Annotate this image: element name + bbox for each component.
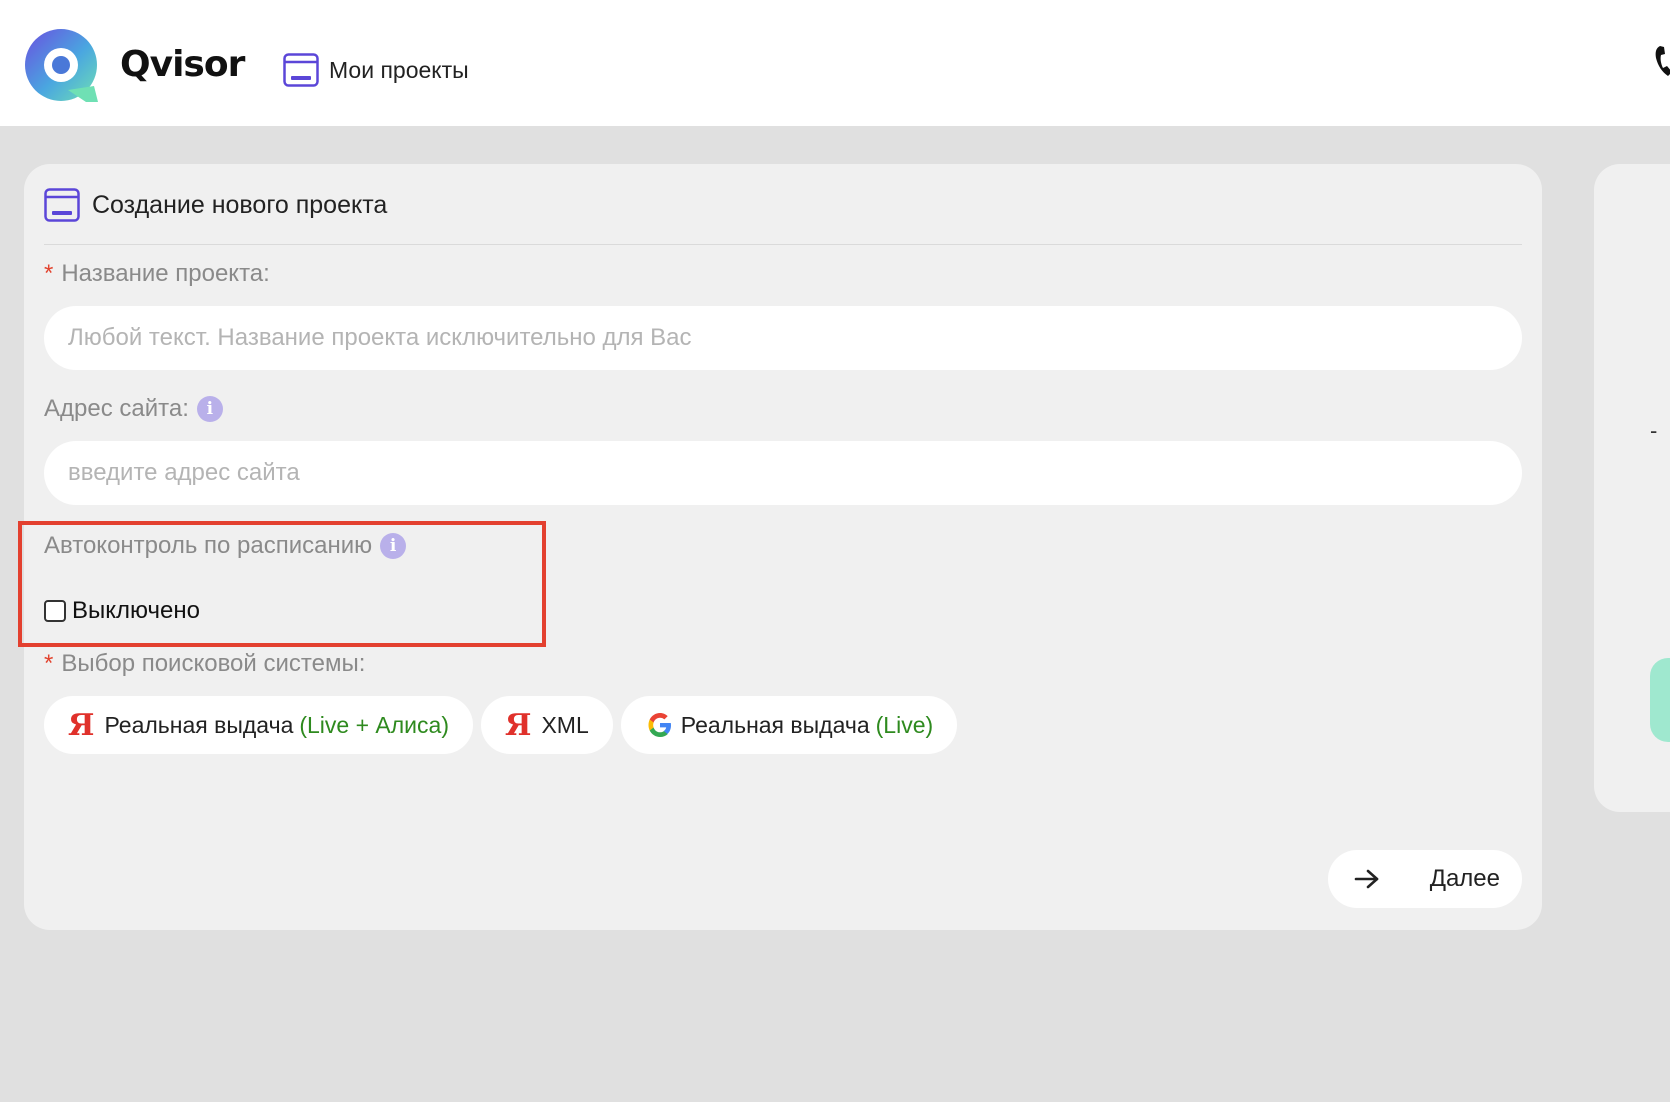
search-engine-label: * Выбор поисковой системы:	[44, 650, 365, 678]
project-name-label-text: Название проекта:	[61, 260, 270, 287]
top-bar: Qvisor Мои проекты	[0, 0, 1670, 126]
phone-icon[interactable]	[1654, 44, 1670, 78]
site-address-label-text: Адрес сайта:	[44, 395, 189, 422]
engine-option-yandex-xml[interactable]: Я XML	[480, 696, 613, 754]
side-action-button[interactable]	[1650, 658, 1670, 742]
autocontrol-checkbox-label: Выключено	[72, 597, 200, 624]
autocontrol-toggle[interactable]: Выключено	[44, 596, 200, 626]
engine-option-suffix: (Live)	[875, 711, 934, 738]
project-name-label: * Название проекта:	[44, 260, 270, 288]
nav-my-projects-label: Мои проекты	[329, 56, 469, 83]
project-window-icon	[44, 188, 80, 222]
next-button[interactable]: Далее	[1328, 850, 1522, 908]
project-window-icon	[283, 53, 319, 87]
required-mark: *	[44, 650, 54, 677]
panel-title: Создание нового проекта	[92, 190, 388, 219]
engine-option-yandex-live[interactable]: Я Реальная выдача (Live + Алиса)	[44, 696, 473, 754]
site-address-label: Адрес сайта: i	[44, 395, 223, 423]
search-engine-label-text: Выбор поисковой системы:	[61, 650, 366, 677]
divider	[44, 244, 1522, 245]
brand-name[interactable]: Qvisor	[120, 44, 245, 85]
panel-header: Создание нового проекта	[44, 188, 387, 222]
arrow-right-icon	[1354, 869, 1379, 889]
engine-option-google-live[interactable]: Реальная выдача (Live)	[620, 696, 958, 754]
nav-my-projects[interactable]: Мои проекты	[283, 52, 469, 88]
yandex-icon: Я	[68, 707, 95, 743]
qvisor-logo-icon[interactable]	[24, 28, 108, 110]
autocontrol-highlight-box	[18, 521, 546, 647]
google-icon	[648, 713, 671, 737]
required-mark: *	[44, 260, 54, 287]
engine-option-suffix: (Live + Алиса)	[299, 711, 449, 738]
search-engine-options: Я Реальная выдача (Live + Алиса) Я XML Р…	[44, 696, 958, 754]
autocontrol-checkbox[interactable]	[44, 600, 66, 622]
engine-option-text: XML	[541, 711, 589, 738]
project-name-input[interactable]	[44, 306, 1522, 370]
side-panel: -	[1594, 164, 1670, 812]
info-icon[interactable]: i	[196, 396, 223, 422]
side-dash: -	[1650, 418, 1658, 443]
yandex-icon: Я	[504, 707, 532, 743]
site-address-input[interactable]	[44, 441, 1522, 505]
engine-option-text: Реальная выдача	[680, 711, 870, 738]
engine-option-text: Реальная выдача	[104, 711, 294, 738]
next-button-label: Далее	[1429, 865, 1500, 892]
